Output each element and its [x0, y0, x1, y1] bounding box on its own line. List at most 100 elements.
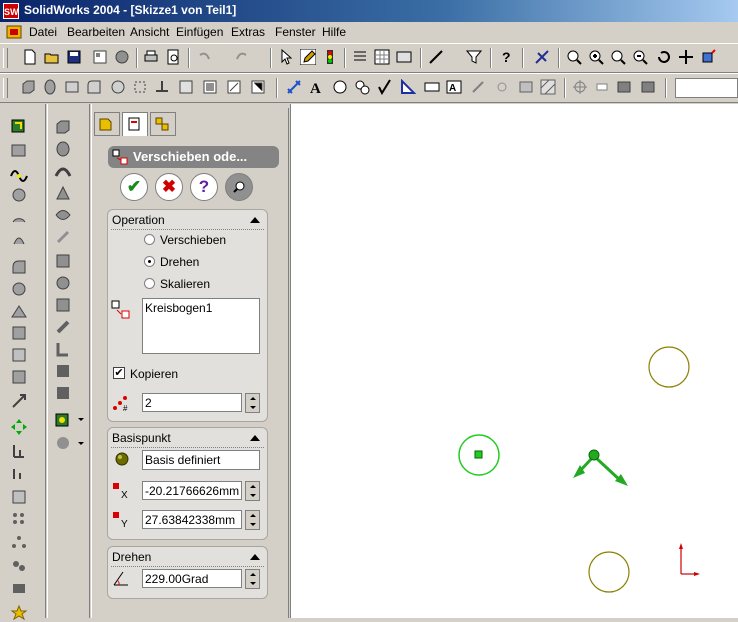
sketch-extend-icon[interactable]	[10, 324, 28, 342]
area-hatch-icon[interactable]	[540, 79, 556, 95]
sketch-icon[interactable]	[250, 79, 266, 95]
reference-geometry-icon[interactable]	[54, 410, 72, 428]
sketch-fillet-icon[interactable]	[10, 258, 28, 276]
revolve-icon[interactable]	[42, 79, 58, 95]
shell-icon[interactable]	[132, 79, 148, 95]
menu-datei[interactable]: Datei	[29, 25, 57, 39]
fillet-icon[interactable]	[86, 79, 102, 95]
feature-draft-icon[interactable]	[54, 340, 72, 358]
reference-geometry-dropdown[interactable]	[78, 418, 84, 421]
zoom-area-icon[interactable]	[588, 49, 604, 65]
linear-pattern-icon[interactable]	[10, 510, 28, 528]
circle-entity[interactable]	[588, 551, 630, 593]
sketch-spline-icon[interactable]	[10, 164, 28, 182]
list-icon[interactable]	[352, 49, 368, 65]
sketch-text-icon[interactable]	[10, 556, 28, 574]
sketch-move-icon[interactable]	[10, 392, 28, 410]
undo-icon[interactable]	[196, 49, 212, 65]
circular-pattern-icon[interactable]	[10, 534, 28, 552]
new-document-icon[interactable]	[22, 49, 38, 65]
feature-rib-icon[interactable]	[54, 318, 72, 336]
cancel-button[interactable]: ✖	[155, 173, 183, 201]
label-skalieren[interactable]: Skalieren	[160, 277, 210, 291]
whats-wrong-icon[interactable]	[534, 49, 550, 65]
datum-target-icon[interactable]	[470, 79, 486, 95]
sketch-offset-icon[interactable]	[10, 280, 28, 298]
menu-hilfe[interactable]: Hilfe	[322, 25, 346, 39]
angle-input[interactable]: 229.00Grad	[142, 569, 242, 588]
sketch-circle-icon[interactable]	[10, 186, 28, 204]
scale-sketch-icon[interactable]	[10, 464, 28, 482]
copy-label[interactable]: Kopieren	[130, 367, 178, 381]
feature-chamfer-icon[interactable]	[54, 274, 72, 292]
collapse-rotate-icon[interactable]	[250, 554, 260, 560]
extrude-icon[interactable]	[20, 79, 36, 95]
rib-icon[interactable]	[154, 79, 170, 95]
x-coordinate-input[interactable]: -20.21766626mm	[142, 481, 242, 500]
pin-button[interactable]	[225, 173, 253, 201]
rotate-view-icon[interactable]	[656, 49, 672, 65]
layout-icon[interactable]	[92, 49, 108, 65]
save-icon[interactable]	[66, 49, 82, 65]
collapse-operation-icon[interactable]	[250, 217, 260, 223]
copy-checkbox[interactable]: ✔	[113, 367, 125, 379]
circle-entity[interactable]	[648, 346, 690, 388]
move-copy-icon[interactable]	[10, 418, 28, 436]
sheet-format-icon[interactable]	[640, 79, 656, 95]
sketch-trim-icon[interactable]	[10, 302, 28, 320]
feature-loft-icon[interactable]	[54, 184, 72, 202]
table-icon[interactable]	[396, 49, 412, 65]
centerline-icon[interactable]	[594, 79, 610, 95]
y-coordinate-spinner[interactable]	[245, 510, 260, 530]
feature-pattern-icon[interactable]	[54, 362, 72, 380]
surface-finish-icon[interactable]	[378, 79, 394, 95]
hole-callout-icon[interactable]	[494, 79, 510, 95]
toolbar-grip[interactable]	[3, 48, 8, 68]
block-icon[interactable]	[616, 79, 632, 95]
print-preview-icon[interactable]	[165, 49, 181, 65]
sketch-extra-icon[interactable]	[10, 604, 28, 622]
menu-extras[interactable]: Extras	[231, 25, 265, 39]
angle-spinner[interactable]	[245, 569, 260, 589]
collapse-basepoint-icon[interactable]	[250, 435, 260, 441]
pattern-icon[interactable]	[226, 79, 242, 95]
view-orientation-icon[interactable]	[700, 49, 716, 65]
weld-symbol-icon[interactable]	[400, 79, 416, 95]
filter-icon[interactable]	[466, 49, 482, 65]
options-icon[interactable]	[114, 49, 130, 65]
feature-shell-icon[interactable]	[54, 296, 72, 314]
copies-input[interactable]: 2	[142, 393, 242, 412]
sketch-rectangle-icon[interactable]	[10, 142, 28, 160]
open-folder-icon[interactable]	[44, 49, 60, 65]
radio-verschieben[interactable]	[144, 234, 155, 245]
redo-icon[interactable]	[234, 49, 250, 65]
grid-icon[interactable]	[374, 49, 390, 65]
cosmetic-thread-icon[interactable]	[518, 79, 534, 95]
menu-fenster[interactable]: Fenster	[275, 25, 316, 39]
entities-list[interactable]: Kreisbogen1	[142, 298, 260, 354]
balloon-icon[interactable]	[332, 79, 348, 95]
list-item[interactable]: Kreisbogen1	[145, 301, 257, 315]
sketch-select-icon[interactable]	[10, 118, 28, 136]
text-annotation-icon[interactable]: A	[308, 79, 324, 95]
sketch-canvas[interactable]	[291, 104, 738, 618]
chamfer-icon[interactable]	[110, 79, 126, 95]
circle-center-point[interactable]	[474, 450, 483, 459]
copies-spinner[interactable]	[245, 393, 260, 413]
help-question-icon[interactable]: ?	[498, 49, 514, 65]
y-coordinate-input[interactable]: 27.63842338mm	[142, 510, 242, 529]
copy-sketch-icon[interactable]	[10, 488, 28, 506]
center-mark-icon[interactable]	[572, 79, 588, 95]
solidworks-menu-icon[interactable]	[6, 24, 22, 40]
x-coordinate-spinner[interactable]	[245, 481, 260, 501]
mirror-icon[interactable]	[202, 79, 218, 95]
feature-mirror-icon[interactable]	[54, 384, 72, 402]
feature-extrude-icon[interactable]	[54, 118, 72, 136]
move-triad[interactable]	[573, 449, 628, 486]
feature-revolve-icon[interactable]	[54, 140, 72, 158]
menu-einfuegen[interactable]: Einfügen	[176, 25, 223, 39]
base-point-field[interactable]: Basis definiert	[142, 450, 260, 470]
ok-button[interactable]: ✔	[120, 173, 148, 201]
label-drehen[interactable]: Drehen	[160, 255, 199, 269]
radio-drehen[interactable]	[144, 256, 155, 267]
